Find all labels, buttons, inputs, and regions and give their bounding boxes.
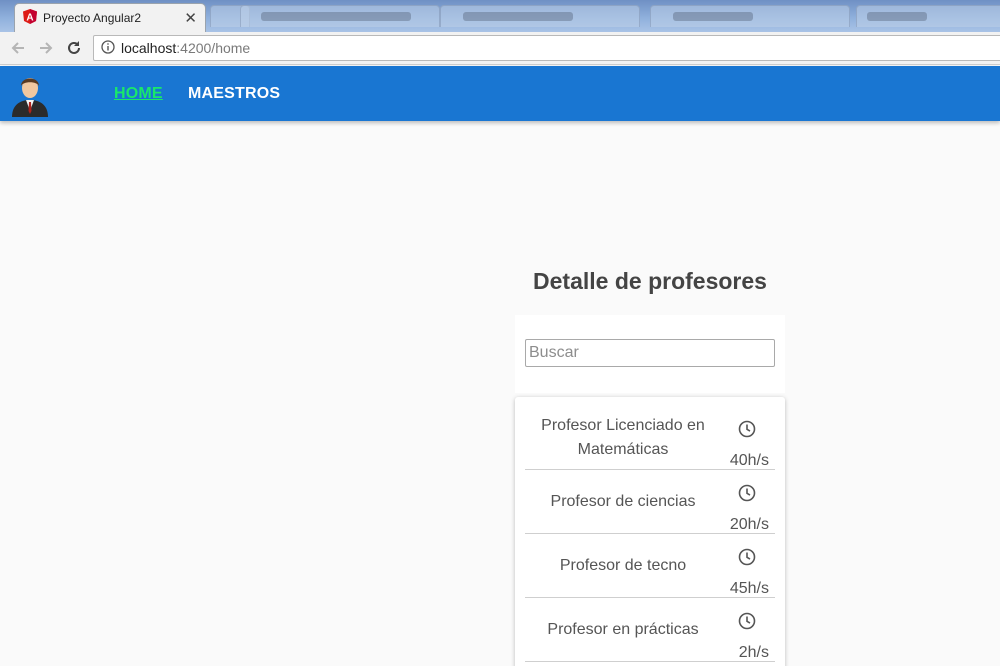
browser-tab-blurred[interactable] [440,5,640,27]
browser-tab-strip: A Proyecto Angular2 ✕ [0,0,1000,32]
nav-home-link[interactable]: HOME [114,85,163,103]
address-bar[interactable]: localhost:4200/home [93,35,1000,61]
professor-name: Profesor Licenciado en Matemáticas [541,416,705,458]
clock-icon [738,420,756,438]
professor-hours: 2h/s [738,644,769,661]
info-icon[interactable] [101,39,115,57]
professor-name: Profesor en prácticas [547,620,699,638]
angular-favicon-icon: A [23,9,37,27]
url-path: :4200/home [176,40,251,56]
clock-icon [738,548,756,566]
browser-toolbar: localhost:4200/home [0,32,1000,65]
browser-tab-blurred[interactable] [650,5,850,27]
tab-close-icon[interactable]: ✕ [184,9,197,27]
search-panel [515,315,785,393]
professor-hours: 20h/s [729,516,769,533]
browser-tab-blurred[interactable] [856,5,1000,27]
reload-icon[interactable] [62,36,86,60]
app-header: HOME MAESTROS [0,66,1000,121]
professor-hours: 40h/s [729,452,769,469]
browser-tab-blurred[interactable] [240,5,440,27]
tab-title: Proyecto Angular2 [43,11,142,25]
browser-tab-active[interactable]: A Proyecto Angular2 ✕ [14,3,206,32]
clock-icon [738,484,756,502]
avatar [10,71,50,117]
search-input[interactable] [525,339,775,367]
list-item[interactable]: Profesor Licenciado en Matemáticas 40h/s [525,406,775,470]
list-item[interactable]: Profesor de tecno 45h/s [525,534,775,598]
svg-text:A: A [26,13,33,24]
professors-list: Profesor Licenciado en Matemáticas 40h/s… [515,397,785,666]
nav-maestros-link[interactable]: MAESTROS [188,85,280,103]
list-item[interactable]: Profesor en prácticas 2h/s [525,598,775,662]
professor-name: Profesor de tecno [559,556,687,574]
clock-icon [738,612,756,630]
professor-hours: 45h/s [729,580,769,597]
url-host: localhost [121,40,177,56]
page-title: Detalle de profesores [533,268,767,294]
professor-name: Profesor de ciencias [550,492,696,510]
forward-arrow-icon[interactable] [34,36,58,60]
back-arrow-icon[interactable] [6,36,30,60]
list-item[interactable]: Profesor de ciencias 20h/s [525,470,775,534]
